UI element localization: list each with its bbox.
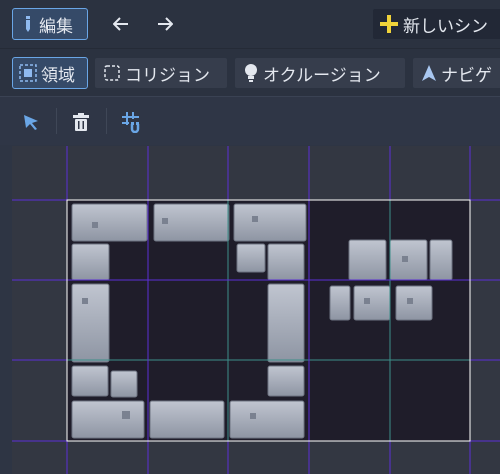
select-icon[interactable]	[18, 109, 44, 135]
tab-navigation-label: ナビゲ	[441, 65, 492, 86]
collision-icon	[103, 64, 121, 82]
mode-tabs-bar: 領域 コリジョン オクルージョン ナビゲ	[0, 48, 500, 97]
tab-collision-label: コリジョン	[125, 65, 210, 86]
tab-collision[interactable]: コリジョン	[94, 57, 228, 89]
forward-arrow-icon[interactable]	[154, 12, 176, 36]
new-scene-button[interactable]: 新しいシン	[372, 8, 500, 40]
tab-region-label: 領域	[41, 65, 75, 86]
occlusion-icon	[243, 63, 259, 83]
separator	[106, 108, 107, 134]
back-arrow-icon[interactable]	[110, 12, 132, 36]
top-toolbar: 編集 新しいシン	[0, 0, 500, 48]
separator	[56, 108, 57, 134]
tileset-canvas	[12, 146, 500, 474]
new-scene-label: 新しいシン	[403, 16, 488, 37]
edit-button-label: 編集	[39, 16, 73, 37]
tab-occlusion-label: オクルージョン	[263, 65, 381, 86]
tileset-viewport[interactable]	[12, 146, 500, 474]
region-icon	[19, 64, 37, 82]
pencil-icon	[21, 15, 35, 33]
grid-snap-icon[interactable]	[118, 109, 146, 135]
tab-navigation[interactable]: ナビゲ	[412, 57, 500, 89]
navigation-icon	[421, 64, 437, 82]
edit-button[interactable]: 編集	[12, 8, 88, 40]
plus-icon	[379, 14, 399, 34]
delete-icon[interactable]	[68, 109, 94, 135]
tab-region[interactable]: 領域	[12, 57, 88, 89]
tab-occlusion[interactable]: オクルージョン	[234, 57, 406, 89]
tool-bar	[0, 96, 500, 145]
